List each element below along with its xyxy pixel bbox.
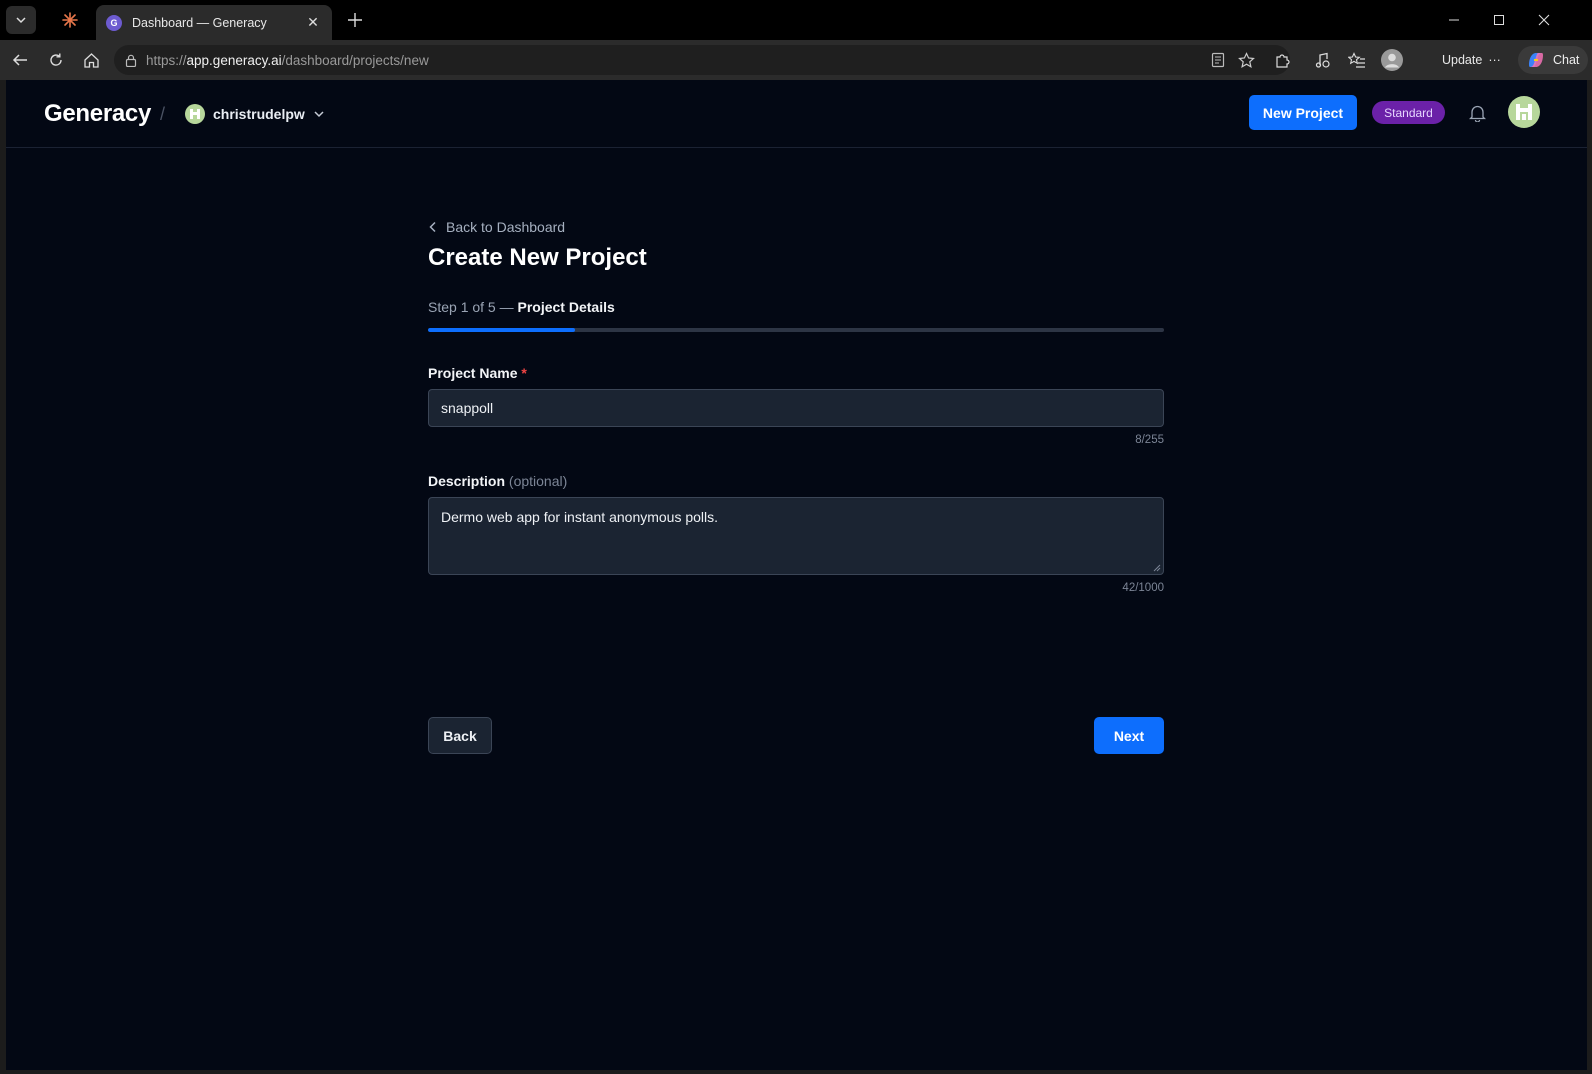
media-button[interactable] [1310, 48, 1334, 72]
music-note-icon [1315, 52, 1330, 68]
user-avatar[interactable] [1508, 96, 1540, 128]
back-to-dashboard-link[interactable]: Back to Dashboard [428, 219, 565, 235]
reload-icon [50, 53, 62, 66]
chevron-down-icon [314, 111, 324, 118]
brand-logo[interactable]: Generacy [44, 100, 151, 128]
web-page: Generacy / christrudelpw New Project Sta… [6, 80, 1587, 1070]
plus-icon [348, 13, 362, 27]
maximize-button[interactable] [1486, 8, 1512, 32]
browser-titlebar: G Dashboard — Generacy ✕ [0, 0, 1592, 40]
description-textarea[interactable]: Dermo web app for instant anonymous poll… [428, 497, 1164, 575]
page-title: Create New Project [428, 244, 647, 271]
puzzle-icon [1275, 53, 1290, 68]
minimize-button[interactable] [1441, 8, 1467, 32]
chevron-left-icon [429, 221, 436, 233]
reading-view-button[interactable] [1206, 48, 1230, 72]
step-name: Project Details [517, 299, 615, 315]
required-mark: * [521, 365, 527, 381]
project-name-label: Project Name * [428, 365, 527, 381]
more-icon: ··· [1488, 53, 1501, 67]
breadcrumb-separator: / [160, 104, 166, 124]
browser-toolbar: https://app.generacy.ai/dashboard/projec… [0, 40, 1592, 80]
step-progress-fill [428, 328, 576, 332]
step-indicator: Step 1 of 5 — Project Details [428, 299, 615, 315]
reload-button[interactable] [44, 48, 68, 72]
project-name-input[interactable]: snappoll [428, 389, 1164, 427]
minimize-icon [1449, 19, 1459, 21]
favorite-button[interactable] [1234, 48, 1258, 72]
home-button[interactable] [79, 48, 103, 72]
project-name-label-text: Project Name [428, 365, 518, 381]
bell-icon [1468, 105, 1486, 122]
url-path: /dashboard/projects/new [281, 52, 429, 68]
maximize-icon [1494, 15, 1504, 25]
new-tab-button[interactable] [342, 8, 368, 32]
nav-back-button[interactable] [8, 48, 32, 72]
tab-list-button[interactable] [6, 6, 36, 34]
profile-avatar-icon [1381, 49, 1403, 71]
url-host: app.generacy.ai [186, 52, 282, 68]
star-icon [1237, 51, 1255, 68]
org-avatar [185, 104, 205, 124]
description-value: Dermo web app for instant anonymous poll… [441, 509, 719, 525]
chat-label: Chat [1553, 53, 1580, 67]
profile-button[interactable] [1380, 48, 1404, 72]
copilot-icon [1529, 53, 1543, 67]
url-text[interactable]: https://app.generacy.ai/dashboard/projec… [146, 53, 429, 68]
identicon-icon [1516, 104, 1532, 120]
close-icon [1538, 14, 1550, 26]
step-progress-bar [428, 328, 1164, 332]
lock-icon[interactable] [124, 53, 138, 67]
window-close-button[interactable] [1531, 8, 1557, 32]
identicon-icon [190, 109, 200, 119]
tab-dashboard[interactable]: G Dashboard — Generacy ✕ [96, 5, 332, 40]
org-switcher[interactable]: christrudelpw [185, 102, 325, 126]
resize-grip-icon[interactable] [1153, 564, 1161, 572]
home-icon [83, 52, 99, 68]
org-name: christrudelpw [213, 106, 305, 122]
back-link-label: Back to Dashboard [446, 219, 566, 235]
sparkle-icon [62, 12, 78, 28]
next-button[interactable]: Next [1094, 717, 1164, 754]
app-header: Generacy / christrudelpw New Project Sta… [6, 80, 1587, 148]
back-button[interactable]: Back [428, 717, 492, 754]
update-button[interactable]: Update ··· [1432, 47, 1511, 73]
optional-hint: (optional) [508, 473, 568, 489]
description-label-text: Description [428, 473, 506, 489]
new-project-button[interactable]: New Project [1249, 95, 1357, 130]
chevron-down-icon [16, 17, 26, 24]
copilot-chat-button[interactable]: Chat [1518, 46, 1588, 74]
arrow-left-icon [12, 54, 27, 66]
generacy-favicon-icon: G [106, 14, 122, 31]
step-prefix: Step 1 of 5 — [428, 299, 514, 315]
plan-badge: Standard [1372, 101, 1445, 124]
extensions-button[interactable] [1270, 48, 1294, 72]
description-counter: 42/1000 [1122, 582, 1164, 594]
address-bar[interactable]: https://app.generacy.ai/dashboard/projec… [114, 45, 1290, 75]
favorites-list-icon [1348, 51, 1365, 68]
close-icon[interactable]: ✕ [304, 14, 322, 31]
update-label: Update [1442, 53, 1483, 67]
url-scheme: https:// [146, 52, 187, 68]
favorites-button[interactable] [1345, 48, 1369, 72]
project-name-value: snappoll [441, 400, 494, 416]
project-name-counter: 8/255 [1135, 434, 1164, 446]
reading-view-icon [1211, 52, 1225, 68]
pinned-tab[interactable] [52, 6, 88, 34]
tab-title: Dashboard — Generacy [132, 15, 267, 30]
description-label: Description (optional) [428, 473, 567, 489]
notifications-button[interactable] [1466, 102, 1488, 124]
